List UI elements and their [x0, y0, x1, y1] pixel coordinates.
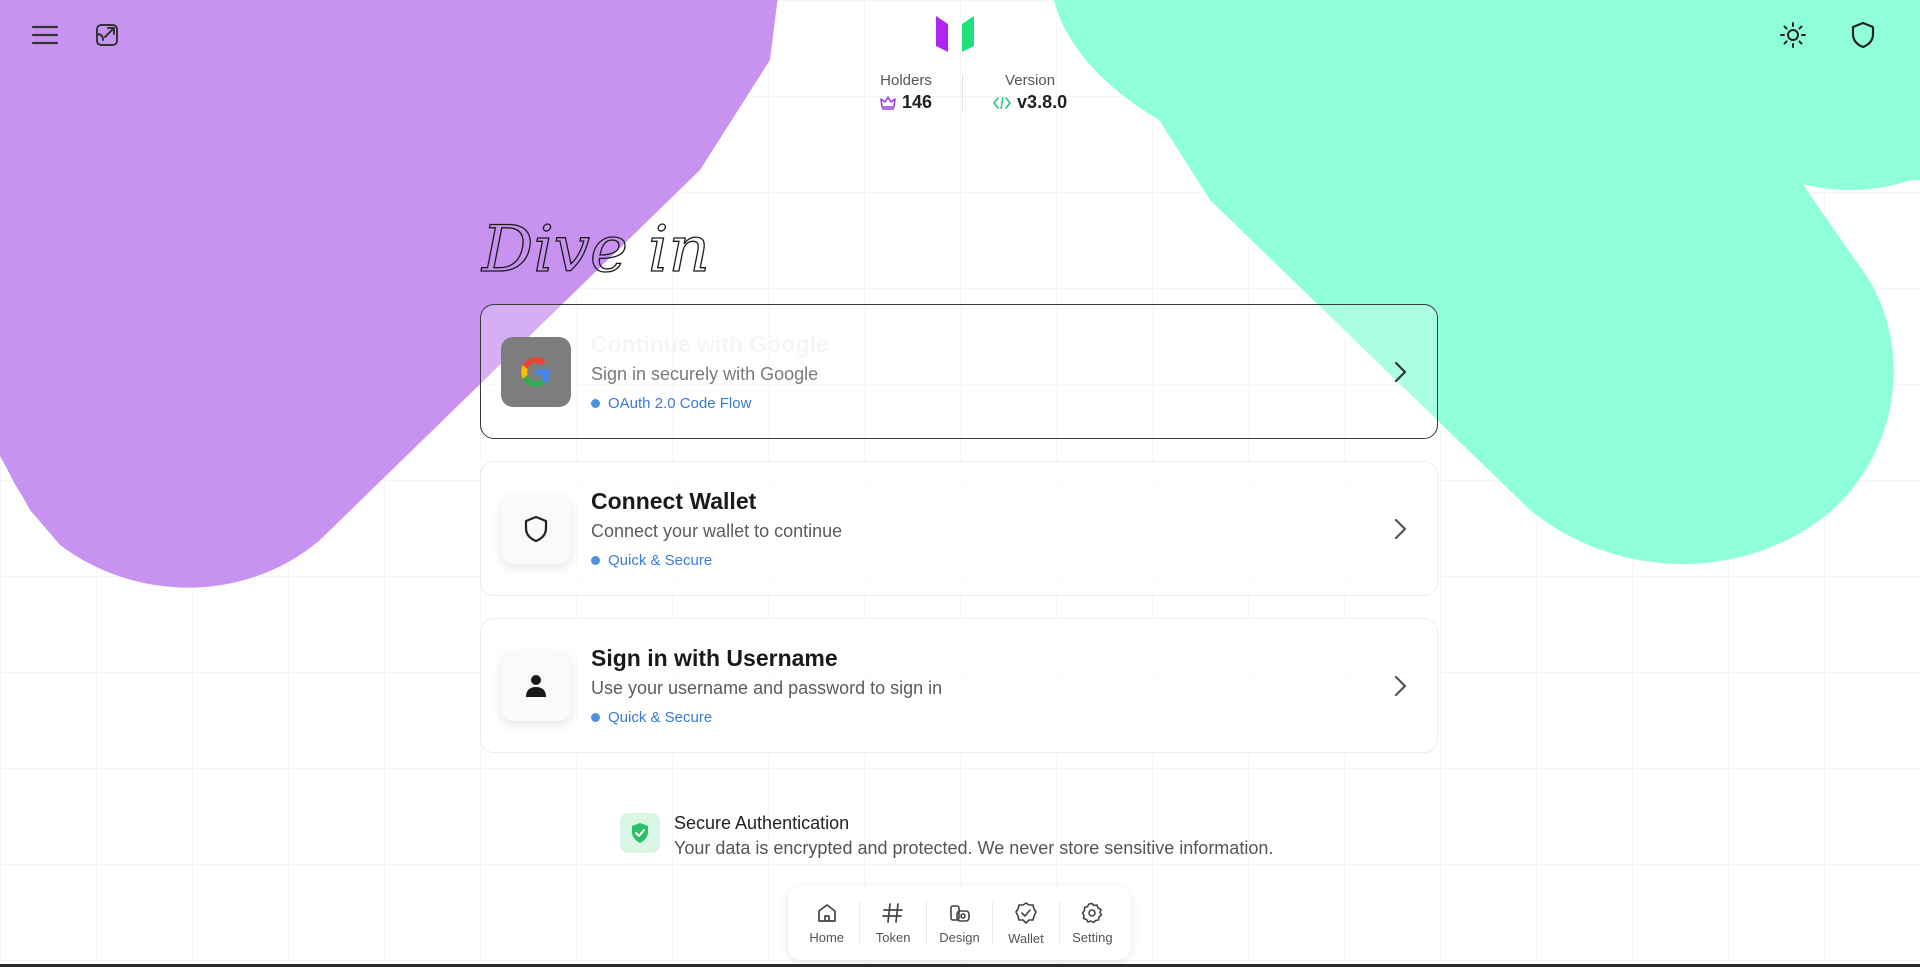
card-title: Sign in with Username — [591, 645, 838, 671]
page: Holders 146 Version v3.8.0 Dive in Conti… — [0, 0, 1920, 967]
chevron-right-icon — [1385, 671, 1415, 701]
username-signin-card[interactable]: Sign in with Username Use your username … — [480, 618, 1438, 753]
code-icon — [993, 96, 1011, 109]
open-external-icon[interactable] — [90, 18, 124, 52]
nav-label: Home — [809, 929, 845, 945]
shield-check-icon — [620, 813, 660, 853]
chevron-right-icon — [1385, 514, 1415, 544]
google-icon — [501, 336, 571, 407]
nav-item-token[interactable]: Token — [860, 894, 925, 952]
badge-text: OAuth 2.0 Code Flow — [608, 395, 752, 412]
card-badge: OAuth 2.0 Code Flow — [591, 395, 1385, 412]
badge-dot — [591, 556, 600, 565]
nav-label: Token — [875, 929, 911, 945]
card-title: Connect Wallet — [591, 488, 757, 514]
stats-panel: Holders 146 Version v3.8.0 — [850, 72, 1097, 113]
holders-value: 146 — [902, 92, 933, 112]
version-stat: Version v3.8.0 — [963, 72, 1097, 113]
headline: Dive in — [480, 212, 710, 287]
secure-authentication-note: Secure Authentication Your data is encry… — [620, 813, 1273, 859]
nav-item-design[interactable]: Design — [927, 894, 992, 952]
hash-icon — [882, 902, 903, 923]
nav-item-wallet[interactable]: Wallet — [993, 894, 1058, 952]
hamburger-menu-icon[interactable] — [28, 18, 62, 52]
shield-icon — [501, 493, 571, 564]
badge-dot — [591, 399, 600, 408]
holders-label: Holders — [880, 72, 932, 89]
card-title: Continue with Google — [591, 331, 829, 357]
wallet-check-icon — [1015, 901, 1037, 924]
badge-text: Quick & Secure — [608, 552, 713, 569]
version-value: v3.8.0 — [1017, 92, 1068, 112]
google-signin-card[interactable]: Continue with Google Sign in securely wi… — [480, 304, 1438, 439]
nav-label: Setting — [1072, 929, 1113, 945]
nav-item-home[interactable]: Home — [794, 894, 859, 952]
secure-title: Secure Authentication — [674, 813, 850, 833]
design-icon — [949, 904, 970, 922]
top-left-toolbar — [28, 18, 124, 52]
home-icon — [817, 903, 836, 922]
card-description: Sign in securely with Google — [591, 364, 819, 384]
nav-item-setting[interactable]: Setting — [1060, 894, 1125, 952]
secure-description: Your data is encrypted and protected. We… — [674, 838, 1274, 858]
gear-icon — [1082, 902, 1103, 923]
holders-stat: Holders 146 — [850, 72, 962, 113]
card-description: Use your username and password to sign i… — [591, 678, 943, 698]
version-label: Version — [1005, 72, 1056, 89]
card-badge: Quick & Secure — [591, 709, 1385, 726]
shield-icon[interactable] — [1846, 18, 1880, 52]
connect-wallet-card[interactable]: Connect Wallet Connect your wallet to co… — [480, 461, 1438, 596]
card-description: Connect your wallet to continue — [591, 521, 843, 541]
app-logo — [936, 16, 974, 52]
card-badge: Quick & Secure — [591, 552, 1385, 569]
badge-text: Quick & Secure — [608, 709, 713, 726]
user-icon — [501, 650, 571, 721]
nav-label: Design — [939, 929, 980, 945]
chevron-right-icon — [1385, 357, 1415, 387]
top-right-toolbar — [1776, 18, 1880, 52]
crown-icon — [880, 95, 896, 110]
badge-dot — [591, 713, 600, 722]
nav-label: Wallet — [1008, 930, 1044, 946]
bottom-navigation: Home Token Design Wallet Setting — [788, 886, 1131, 960]
sun-icon[interactable] — [1776, 18, 1810, 52]
headline-text: Dive in — [481, 213, 710, 287]
